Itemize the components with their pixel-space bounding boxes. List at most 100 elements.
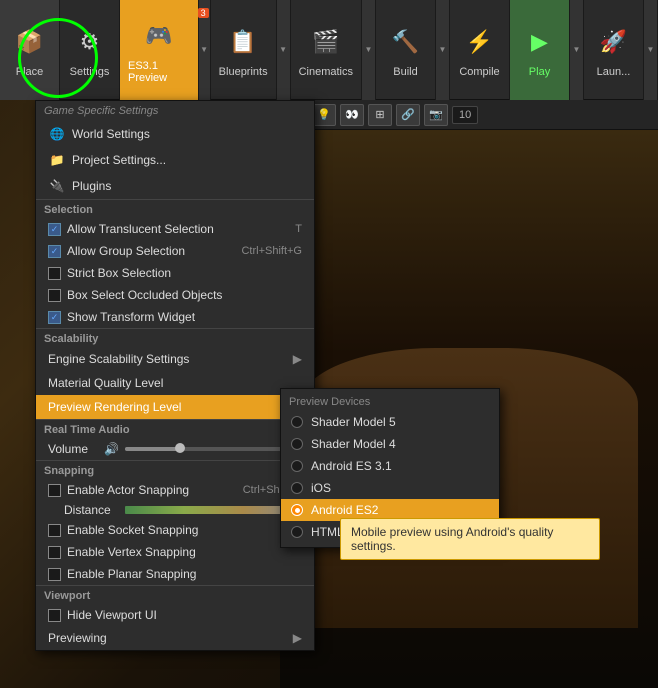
enable-actor-snapping-checkbox[interactable] [48,484,61,497]
strict-box-item[interactable]: Strict Box Selection [36,262,314,284]
allow-translucent-item[interactable]: Allow Translucent Selection T [36,218,314,240]
enable-socket-snapping-checkbox[interactable] [48,524,61,537]
vp-camera-btn[interactable]: 📷 [424,104,448,126]
box-select-occluded-item[interactable]: Box Select Occluded Objects [36,284,314,306]
launch-button[interactable]: 🚀 Laun... [584,0,644,100]
play-arrow[interactable]: ▼ [570,0,584,100]
blueprints-btn-group: 📋 Blueprints ▼ [211,0,291,100]
plugins-icon: 🔌 [48,177,66,195]
es3preview-badge: 3 [198,8,209,18]
blueprints-arrow[interactable]: ▼ [277,0,291,100]
blueprints-icon: 📋 [223,22,263,62]
settings-icon: ⚙ [70,22,110,62]
android-es2-label: Android ES2 [311,503,378,517]
ios-label: iOS [311,481,331,495]
project-settings-icon: 📁 [48,151,66,169]
place-button[interactable]: 📦 Place [0,0,60,100]
android-es31-item[interactable]: Android ES 3.1 [281,455,499,477]
strict-box-checkbox[interactable] [48,267,61,280]
distance-label: Distance [64,503,119,517]
vp-grid-btn[interactable]: ⊞ [368,104,392,126]
settings-dropdown: Game Specific Settings 🌐 World Settings … [35,100,315,651]
settings-button[interactable]: ⚙ Settings [60,0,120,100]
enable-actor-snapping-item[interactable]: Enable Actor Snapping Ctrl+Shift+K [36,479,314,501]
settings-label: Settings [70,66,110,78]
shader-model-4-radio[interactable] [291,438,303,450]
vp-show-btn[interactable]: 👀 [340,104,364,126]
material-quality-label: Material Quality Level [48,376,163,390]
enable-vertex-snapping-item[interactable]: Enable Vertex Snapping [36,541,314,563]
ios-radio[interactable] [291,482,303,494]
build-label: Build [393,66,417,78]
es3preview-label: ES3.1 Preview [128,60,190,84]
build-button[interactable]: 🔨 Build [376,0,436,100]
launch-btn-group: 🚀 Laun... ▼ [584,0,658,100]
preview-rendering-item[interactable]: Preview Rendering Level ▶ [36,395,314,419]
plugins-item[interactable]: 🔌 Plugins [36,173,314,199]
compile-button[interactable]: ⚡ Compile [450,0,510,100]
enable-vertex-snapping-checkbox[interactable] [48,546,61,559]
es3preview-icon: 🎮 [139,16,179,56]
build-icon: 🔨 [386,22,426,62]
allow-group-checkbox[interactable] [48,245,61,258]
html5-radio[interactable] [291,526,303,538]
cinematics-label: Cinematics [299,66,353,78]
android-es31-radio[interactable] [291,460,303,472]
launch-label: Laun... [597,66,631,78]
android-es31-label: Android ES 3.1 [311,459,392,473]
engine-scalability-label: Engine Scalability Settings [48,352,189,366]
show-transform-checkbox[interactable] [48,311,61,324]
enable-planar-snapping-item[interactable]: Enable Planar Snapping [36,563,314,585]
plugins-label: Plugins [72,179,111,193]
volume-slider[interactable] [125,447,302,451]
shader-model-5-radio[interactable] [291,416,303,428]
build-arrow[interactable]: ▼ [436,0,450,100]
allow-group-label: Allow Group Selection [67,244,185,258]
project-settings-item[interactable]: 📁 Project Settings... [36,147,314,173]
vp-lighting-btn[interactable]: 💡 [312,104,336,126]
cinematics-arrow[interactable]: ▼ [362,0,376,100]
vp-snap-btn[interactable]: 🔗 [396,104,420,126]
selection-section-label: Selection [36,199,314,218]
material-quality-item[interactable]: Material Quality Level [36,371,314,395]
launch-arrow[interactable]: ▼ [644,0,658,100]
settings-btn-group: ⚙ Settings [60,0,120,100]
tooltip-text: Mobile preview using Android's quality s… [351,525,553,553]
allow-translucent-shortcut: T [295,223,302,235]
play-btn-group: ▶ Play ▼ [510,0,584,100]
main-toolbar: 📦 Place ⚙ Settings 3 🎮 ES3.1 Preview ▼ 📋… [0,0,658,100]
enable-planar-snapping-label: Enable Planar Snapping [67,567,196,581]
game-settings-section-label: Game Specific Settings [36,101,314,121]
play-label: Play [529,66,550,78]
cinematics-btn-group: 🎬 Cinematics ▼ [291,0,376,100]
show-transform-label: Show Transform Widget [67,310,195,324]
world-settings-item[interactable]: 🌐 World Settings [36,121,314,147]
volume-thumb[interactable] [175,443,185,453]
allow-group-item[interactable]: Allow Group Selection Ctrl+Shift+G [36,240,314,262]
box-select-occluded-checkbox[interactable] [48,289,61,302]
blueprints-label: Blueprints [219,66,268,78]
shader-model-5-item[interactable]: Shader Model 5 [281,411,499,433]
preview-devices-section-label: Preview Devices [281,393,499,411]
volume-fill [125,447,178,451]
volume-label: Volume [48,442,98,456]
es3preview-button[interactable]: 3 🎮 ES3.1 Preview [120,0,199,100]
enable-socket-snapping-item[interactable]: Enable Socket Snapping [36,519,314,541]
shader-model-4-item[interactable]: Shader Model 4 [281,433,499,455]
enable-planar-snapping-checkbox[interactable] [48,568,61,581]
ios-item[interactable]: iOS [281,477,499,499]
hide-viewport-ui-checkbox[interactable] [48,609,61,622]
hide-viewport-ui-item[interactable]: Hide Viewport UI [36,604,314,626]
strict-box-label: Strict Box Selection [67,266,171,280]
engine-scalability-item[interactable]: Engine Scalability Settings ▶ [36,347,314,371]
allow-translucent-checkbox[interactable] [48,223,61,236]
cinematics-button[interactable]: 🎬 Cinematics [291,0,362,100]
show-transform-item[interactable]: Show Transform Widget [36,306,314,328]
previewing-item[interactable]: Previewing ▶ [36,626,314,650]
blueprints-button[interactable]: 📋 Blueprints [211,0,277,100]
world-settings-label: World Settings [72,127,150,141]
android-es2-radio[interactable] [291,504,303,516]
distance-bar[interactable] [125,506,302,514]
play-button[interactable]: ▶ Play [510,0,570,100]
enable-vertex-snapping-label: Enable Vertex Snapping [67,545,196,559]
